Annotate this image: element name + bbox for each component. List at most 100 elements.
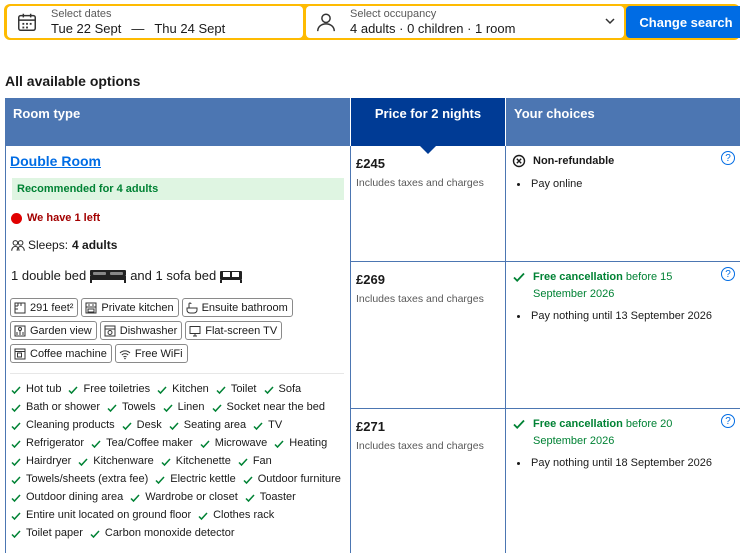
check-icon bbox=[155, 475, 165, 484]
amenity-label: Carbon monoxide detector bbox=[104, 527, 235, 539]
payment-note: Pay nothing until 18 September 2026 bbox=[517, 457, 712, 469]
double-bed-icon bbox=[90, 269, 127, 283]
amenity-item: Kitchen bbox=[157, 382, 209, 397]
amenity-item: Microwave bbox=[200, 436, 268, 451]
dates-value: Tue 22 Sept — Thu 24 Sept bbox=[51, 21, 225, 36]
red-dot-icon bbox=[11, 212, 22, 224]
facility-label: 291 feet² bbox=[30, 301, 74, 314]
people-icon bbox=[11, 239, 25, 251]
amenity-item: Entire unit located on ground floor bbox=[11, 508, 191, 523]
facility-label: Garden view bbox=[30, 324, 92, 337]
amenity-item: Linen bbox=[163, 400, 205, 415]
amenity-item: Sofa bbox=[263, 382, 302, 397]
price-cell: £245 Includes taxes and charges bbox=[350, 146, 505, 262]
amenity-item: Hot tub bbox=[11, 382, 61, 397]
facility-badge: Ensuite bathroom bbox=[181, 298, 293, 317]
check-icon bbox=[513, 272, 525, 282]
check-icon bbox=[68, 385, 79, 394]
calendar-icon bbox=[18, 13, 36, 31]
check-icon bbox=[11, 475, 21, 484]
amenity-item: Hairdryer bbox=[11, 454, 71, 469]
chevron-down-icon bbox=[605, 18, 615, 25]
help-icon[interactable]: ? bbox=[721, 267, 735, 281]
price-amount: £271 bbox=[356, 419, 385, 434]
kitchen-icon bbox=[85, 302, 97, 313]
amenity-label: Toilet paper bbox=[26, 527, 83, 539]
amenity-label: Refrigerator bbox=[26, 437, 85, 449]
amenity-item: Outdoor dining area bbox=[11, 490, 123, 505]
check-icon bbox=[130, 493, 140, 502]
price-amount: £245 bbox=[356, 156, 385, 171]
sofa-bed-label: and 1 sofa bed bbox=[130, 268, 217, 283]
amenity-label: Toilet bbox=[230, 383, 257, 395]
facility-badge: Dishwasher bbox=[99, 321, 183, 340]
amenity-label: Microwave bbox=[214, 437, 268, 449]
amenity-label: Tea/Coffee maker bbox=[106, 437, 193, 449]
facility-badges: 291 feet² Private kitchen Ensuite bathro… bbox=[10, 298, 350, 363]
person-icon bbox=[317, 13, 335, 32]
check-icon bbox=[163, 403, 173, 412]
amenity-label: Seating area bbox=[183, 419, 247, 431]
check-icon bbox=[90, 529, 100, 538]
price-cell: £271 Includes taxes and charges bbox=[350, 409, 505, 553]
amenity-label: Free toiletries bbox=[83, 383, 151, 395]
amenity-label: Outdoor furniture bbox=[257, 473, 341, 485]
amenity-label: Hairdryer bbox=[26, 455, 72, 467]
coffee-icon bbox=[14, 348, 26, 359]
amenity-label: TV bbox=[268, 419, 283, 431]
amenity-label: Wardrobe or closet bbox=[145, 491, 238, 503]
ruler-icon bbox=[14, 302, 26, 313]
facility-label: Free WiFi bbox=[134, 347, 183, 360]
amenity-label: Toaster bbox=[259, 491, 296, 503]
availability-text: We have 1 left bbox=[27, 212, 101, 224]
check-icon bbox=[78, 457, 88, 466]
amenity-item: Socket near the bed bbox=[212, 400, 325, 415]
help-icon[interactable]: ? bbox=[721, 414, 735, 428]
amenity-label: Sofa bbox=[278, 383, 302, 395]
payment-note: Pay online bbox=[517, 178, 582, 190]
amenity-item: Free toiletries bbox=[68, 382, 150, 397]
check-icon bbox=[91, 439, 101, 448]
room-name-link[interactable]: Double Room bbox=[10, 153, 101, 169]
check-icon bbox=[169, 421, 179, 430]
amenity-item: Clothes rack bbox=[198, 508, 274, 523]
check-icon bbox=[212, 403, 222, 412]
amenity-item: Kitchenette bbox=[161, 454, 231, 469]
amenity-item: Cleaning products bbox=[11, 418, 115, 433]
room-cell: Double Room Recommended for 4 adults We … bbox=[5, 146, 351, 553]
dates-label: Select dates bbox=[51, 8, 112, 20]
tax-note: Includes taxes and charges bbox=[356, 440, 484, 452]
amenity-item: TV bbox=[253, 418, 282, 433]
choice-cell: Non-refundable Pay online ? bbox=[505, 146, 740, 262]
amenity-label: Towels/sheets (extra fee) bbox=[26, 473, 149, 485]
check-icon bbox=[245, 493, 255, 502]
price-cell: £269 Includes taxes and charges bbox=[350, 262, 505, 409]
bath-icon bbox=[186, 302, 198, 313]
check-icon bbox=[11, 403, 21, 412]
help-icon[interactable]: ? bbox=[721, 151, 735, 165]
check-icon bbox=[11, 493, 21, 502]
check-icon bbox=[243, 475, 253, 484]
facility-label: Ensuite bathroom bbox=[201, 301, 288, 314]
facility-label: Private kitchen bbox=[101, 301, 174, 314]
double-bed-label: 1 double bed bbox=[11, 268, 87, 283]
policy-title: Non-refundable bbox=[533, 155, 615, 167]
check-icon bbox=[11, 439, 21, 448]
sleeps-label: Sleeps: bbox=[28, 238, 69, 252]
price-amount: £269 bbox=[356, 272, 385, 287]
check-icon bbox=[216, 385, 226, 394]
check-icon bbox=[122, 421, 132, 430]
change-search-button[interactable]: Change search bbox=[626, 6, 740, 38]
sofa-bed-icon bbox=[220, 270, 243, 283]
amenity-label: Kitchenware bbox=[93, 455, 154, 467]
check-icon bbox=[11, 511, 21, 520]
occupancy-field[interactable]: Select occupancy 4 adults · 0 children ·… bbox=[306, 6, 624, 38]
amenity-label: Outdoor dining area bbox=[26, 491, 124, 503]
amenity-item: Kitchenware bbox=[78, 454, 154, 469]
sleeps-value: 4 adults bbox=[72, 238, 118, 252]
facility-badge: 291 feet² bbox=[10, 298, 79, 317]
amenity-item: Towels bbox=[107, 400, 156, 415]
check-icon bbox=[11, 421, 21, 430]
facility-badge: Flat-screen TV bbox=[185, 321, 283, 340]
dates-field[interactable]: Select dates Tue 22 Sept — Thu 24 Sept bbox=[7, 6, 303, 38]
